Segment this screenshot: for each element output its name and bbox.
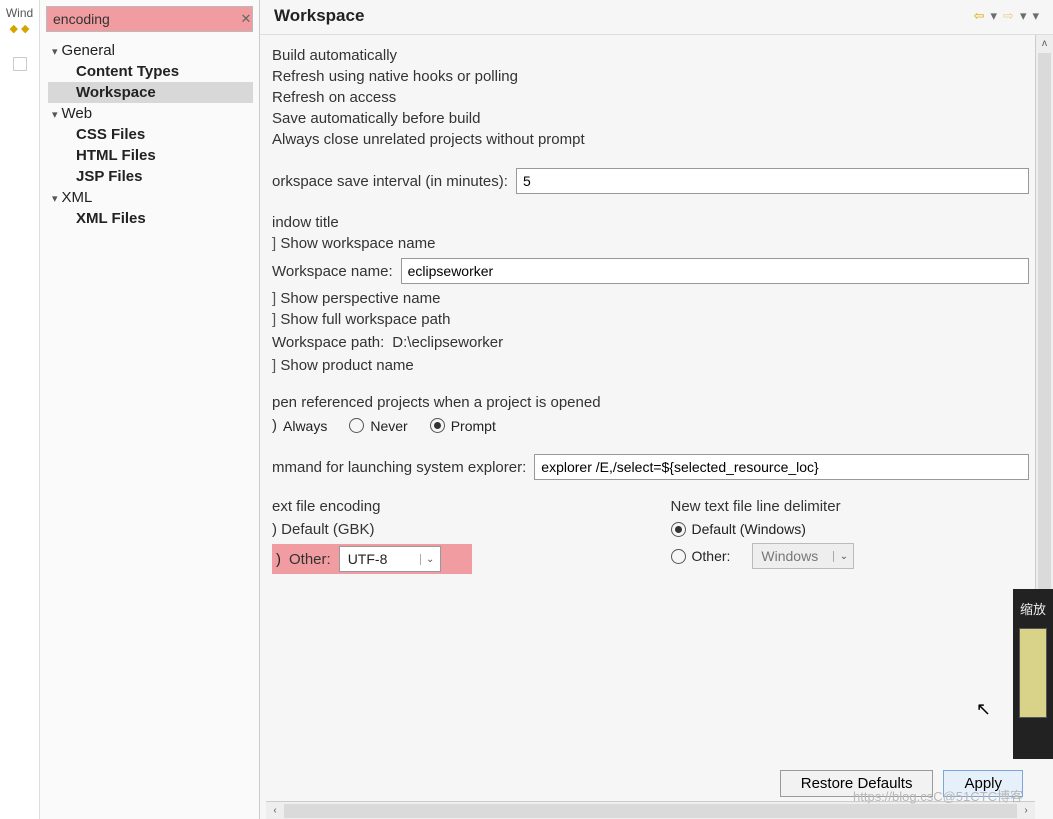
encoding-group: ext file encoding ) Default (GBK) ) Othe… xyxy=(272,498,631,580)
encoding-default[interactable]: ) Default (GBK) xyxy=(272,521,631,538)
scroll-right-icon[interactable]: › xyxy=(1017,805,1035,816)
delimiter-combo: Windows ⌄ xyxy=(752,543,854,569)
opt-build-auto[interactable]: Build automatically xyxy=(272,47,1029,64)
content-area: ʌ v Build automatically Refresh using na… xyxy=(260,35,1053,762)
explorer-row: mmand for launching system explorer: xyxy=(272,454,1029,480)
tree-node-css-files[interactable]: CSS Files xyxy=(48,124,253,145)
filter-input[interactable] xyxy=(47,9,240,29)
mouse-cursor-icon: ↖ xyxy=(976,699,991,720)
zoom-thumbnail xyxy=(1019,628,1047,718)
tree-node-general[interactable]: General xyxy=(48,40,253,61)
tree-node-jsp-files[interactable]: JSP Files xyxy=(48,166,253,187)
delimiter-default[interactable]: Default (Windows) xyxy=(671,521,806,537)
opt-close-unrelated[interactable]: Always close unrelated projects without … xyxy=(272,131,1029,148)
tree-node-xml-files[interactable]: XML Files xyxy=(48,208,253,229)
radio-never[interactable]: Never xyxy=(349,418,407,434)
forward-menu-icon[interactable]: ▾ xyxy=(1020,8,1027,24)
tree-node-html-files[interactable]: HTML Files xyxy=(48,145,253,166)
chk-show-perspective[interactable]: Show perspective name xyxy=(272,290,1029,307)
scroll-left-icon[interactable]: ‹ xyxy=(266,805,284,816)
tree-node-xml[interactable]: XML xyxy=(48,187,253,208)
filter-box[interactable]: ✕ xyxy=(46,6,253,32)
chk-show-product[interactable]: Show product name xyxy=(272,357,1029,374)
main-panel: Workspace ⇦ ▾ ⇨ ▾ ▾ ʌ v Build automatica… xyxy=(260,0,1053,819)
menu-icon[interactable]: ▾ xyxy=(1032,8,1039,24)
tree-node-content-types[interactable]: Content Types xyxy=(48,61,253,82)
save-interval-input[interactable] xyxy=(516,168,1029,194)
preferences-tree-panel: ✕ General Content Types Workspace Web CS… xyxy=(40,0,260,819)
back-menu-icon[interactable]: ▾ xyxy=(991,8,998,24)
toolbar-icons-left: ◆ ◆ xyxy=(0,20,39,37)
encoding-heading: ext file encoding xyxy=(272,498,631,515)
chevron-down-icon[interactable]: ⌄ xyxy=(420,554,440,565)
delimiter-group: New text file line delimiter Default (Wi… xyxy=(671,498,1030,580)
chevron-down-icon: ⌄ xyxy=(833,551,853,562)
sidebar-tab-icon[interactable] xyxy=(13,57,27,71)
save-interval-label: orkspace save interval (in minutes): xyxy=(272,173,508,190)
save-interval-row: orkspace save interval (in minutes): xyxy=(272,168,1029,194)
encoding-combo[interactable]: UTF-8 ⌄ xyxy=(339,546,441,572)
opt-refresh-native[interactable]: Refresh using native hooks or polling xyxy=(272,68,1029,85)
open-ref-heading: pen referenced projects when a project i… xyxy=(272,394,1029,411)
chk-show-ws-name[interactable]: Show workspace name xyxy=(272,235,1029,252)
tree-node-workspace[interactable]: Workspace xyxy=(48,82,253,103)
ws-path-value: D:\eclipseworker xyxy=(392,334,503,351)
page-header: Workspace ⇦ ▾ ⇨ ▾ ▾ xyxy=(260,0,1053,35)
preferences-tree: General Content Types Workspace Web CSS … xyxy=(46,40,253,229)
back-icon[interactable]: ⇦ xyxy=(974,8,985,24)
ws-name-label: Workspace name: xyxy=(272,263,393,280)
encoding-other-label[interactable]: Other: xyxy=(289,551,331,568)
delimiter-heading: New text file line delimiter xyxy=(671,498,1030,515)
page-title: Workspace xyxy=(274,6,364,26)
window-title-frag: Wind xyxy=(0,6,39,20)
radio-prompt[interactable]: Prompt xyxy=(430,418,496,434)
delimiter-other[interactable]: Other: xyxy=(671,548,731,564)
forward-icon[interactable]: ⇨ xyxy=(1003,8,1014,24)
zoom-overlay[interactable]: 缩放 xyxy=(1013,589,1053,759)
scroll-up-icon[interactable]: ʌ xyxy=(1036,35,1053,53)
left-toolstrip: Wind ◆ ◆ xyxy=(0,0,40,819)
watermark: https://blog.csC@51CTC博客 xyxy=(853,786,1023,805)
explorer-input[interactable] xyxy=(534,454,1029,480)
opt-refresh-access[interactable]: Refresh on access xyxy=(272,89,1029,106)
tree-node-web[interactable]: Web xyxy=(48,103,253,124)
zoom-label: 缩放 xyxy=(1013,599,1053,618)
radio-always[interactable]: )Always xyxy=(272,417,327,434)
clear-filter-icon[interactable]: ✕ xyxy=(240,11,252,27)
opt-save-before-build[interactable]: Save automatically before build xyxy=(272,110,1029,127)
explorer-label: mmand for launching system explorer: xyxy=(272,459,526,476)
header-toolbar: ⇦ ▾ ⇨ ▾ ▾ xyxy=(974,8,1039,24)
window-title-heading: indow title xyxy=(272,214,1029,231)
chk-show-full-path[interactable]: Show full workspace path xyxy=(272,311,1029,328)
ws-path-label: Workspace path: xyxy=(272,334,384,351)
ws-name-input[interactable] xyxy=(401,258,1029,284)
